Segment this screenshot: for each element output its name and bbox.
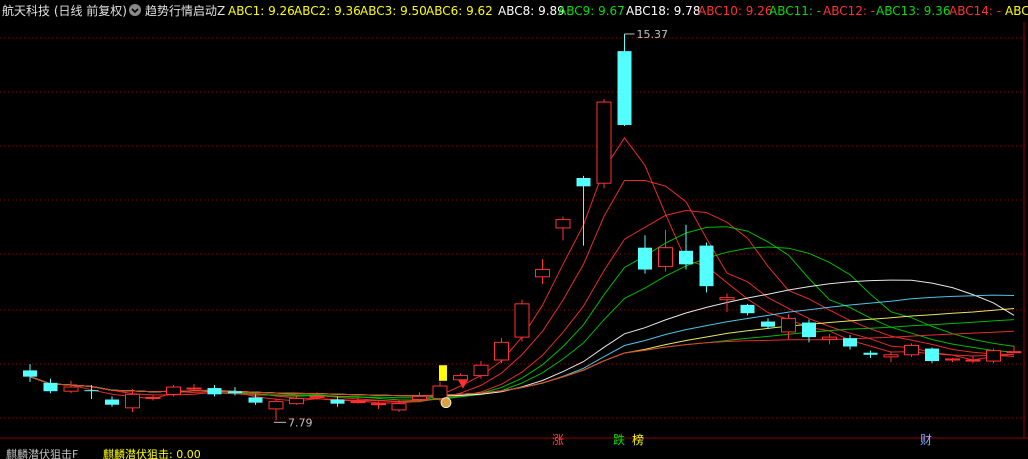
candle-body	[371, 403, 386, 406]
coin-icon	[440, 397, 452, 409]
low-label: 7.79	[288, 416, 313, 429]
candle-body	[535, 269, 550, 278]
signal-mark: 财	[920, 433, 933, 447]
candle-body	[391, 403, 407, 411]
candle-body	[1006, 351, 1022, 354]
candle-body	[514, 303, 530, 338]
signal-mark: 涨	[552, 433, 565, 447]
candle-body	[125, 393, 140, 409]
candle-body	[555, 219, 571, 229]
candle-body	[432, 385, 448, 399]
candle-body	[166, 386, 181, 395]
candle-body	[596, 101, 612, 184]
candle-body	[719, 297, 735, 301]
high-label: 15.37	[637, 28, 669, 41]
candle-body	[453, 375, 468, 381]
candle-body	[289, 397, 304, 405]
candle-body	[207, 388, 222, 395]
diamond-icon	[458, 379, 468, 389]
moving-average-line	[29, 180, 1015, 403]
sub-indicator-name[interactable]: 麒麟潜伏狙击F	[6, 449, 78, 459]
candle-body	[617, 51, 632, 125]
candle-body	[781, 317, 796, 333]
sub-indicator-value: 麒麟潜伏狙击: 0.00	[103, 448, 201, 459]
sub-indicator-bar: 麒麟潜伏狙击F 麒麟潜伏狙击: 0.00	[0, 448, 1028, 459]
candle-body	[186, 387, 202, 390]
candle-body	[84, 390, 99, 392]
signal-bar	[439, 365, 447, 381]
candle-body	[412, 395, 427, 401]
candle-body	[740, 304, 755, 314]
candle-body	[965, 359, 981, 362]
candle-body	[638, 247, 652, 270]
candle-body	[986, 350, 1001, 362]
candlestick-chart[interactable]: 15.37 7.79	[0, 0, 1028, 459]
candle-body	[43, 382, 58, 392]
candle-body	[658, 247, 673, 267]
candle-body	[699, 245, 714, 287]
candle-body	[330, 399, 345, 404]
candle-body	[822, 336, 837, 340]
candle-body	[145, 396, 161, 399]
candle-body	[883, 354, 899, 358]
moving-average-line	[29, 136, 1015, 404]
candle-body	[268, 401, 284, 410]
candle-body	[350, 401, 366, 404]
candle-body	[494, 341, 509, 361]
candle-body	[309, 395, 325, 398]
candle-body	[863, 352, 878, 355]
signal-mark: 榜	[632, 433, 645, 447]
candle-body	[679, 250, 693, 265]
candle-body	[761, 321, 775, 327]
signal-mark: 跌	[613, 433, 626, 447]
candle-body	[473, 364, 489, 377]
candle-body	[925, 348, 939, 362]
candle-body	[63, 386, 79, 392]
candle-body	[248, 397, 263, 403]
candle-body	[228, 391, 242, 394]
candle-body	[843, 338, 857, 347]
candle-body	[105, 399, 119, 405]
candle-body	[23, 370, 37, 377]
candle-body	[802, 322, 816, 338]
candle-body	[576, 178, 591, 187]
candle-body	[904, 344, 919, 356]
candle-body	[945, 358, 960, 361]
